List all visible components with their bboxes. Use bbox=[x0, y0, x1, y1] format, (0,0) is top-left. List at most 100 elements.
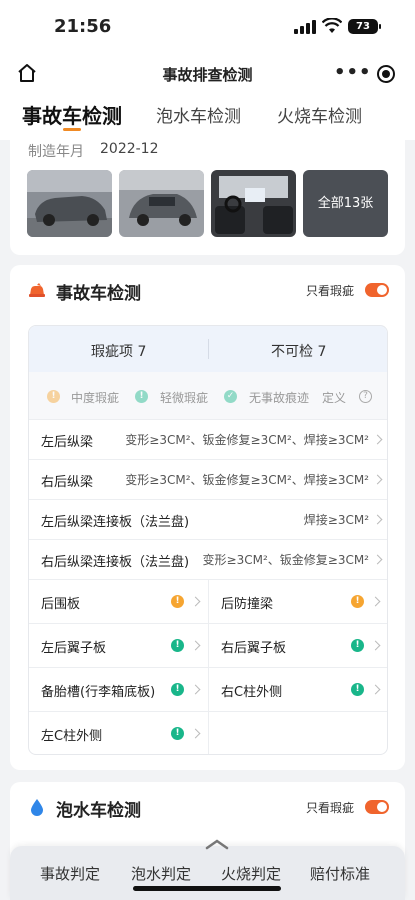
chevron-right-icon bbox=[190, 684, 201, 695]
grid-cell[interactable]: 左后翼子板 ! bbox=[29, 624, 209, 668]
water-section-title: 泡水车检测 bbox=[56, 801, 141, 821]
minor-flaw-icon: ! bbox=[171, 727, 184, 740]
chevron-right-icon bbox=[190, 596, 201, 607]
minor-flaw-icon: ! bbox=[135, 390, 148, 403]
only-flaws-label: 只看瑕疵 bbox=[306, 284, 355, 298]
tab-fire[interactable]: 火烧车检测 bbox=[277, 102, 362, 127]
vehicle-photo[interactable] bbox=[211, 170, 296, 237]
tab-accident[interactable]: 事故车检测 bbox=[22, 100, 122, 129]
table-row[interactable]: 左后纵梁连接板（法兰盘) 焊接≥3CM² bbox=[29, 500, 387, 540]
legend-none: 无事故痕迹 bbox=[249, 391, 310, 405]
all-photos-label: 全部13张 bbox=[317, 196, 374, 211]
vehicle-photo[interactable] bbox=[119, 170, 204, 237]
moderate-flaw-icon: ! bbox=[47, 390, 60, 403]
moderate-flaw-icon: ! bbox=[171, 595, 184, 608]
bottom-judgment-bar: 事故判定 泡水判定 火烧判定 赔付标准 bbox=[10, 839, 405, 900]
row-detail: 变形≥3CM²、钣金修复≥3CM² bbox=[202, 553, 369, 567]
table-header: 瑕疵项 7 不可检 7 bbox=[29, 326, 387, 372]
signal-icon bbox=[294, 20, 316, 34]
chevron-right-icon bbox=[370, 596, 381, 607]
tab-indicator bbox=[63, 128, 81, 131]
grid-cell[interactable]: 后防撞梁 ! bbox=[209, 580, 387, 624]
water-drop-icon bbox=[31, 799, 43, 816]
close-target-icon[interactable] bbox=[377, 65, 395, 83]
row-detail: 变形≥3CM²、钣金修复≥3CM²、焊接≥3CM² bbox=[125, 473, 369, 487]
legend-minor: 轻微瑕疵 bbox=[160, 391, 209, 405]
chevron-right-icon bbox=[372, 434, 383, 445]
minor-flaw-icon: ! bbox=[351, 683, 364, 696]
water-judgment-tab[interactable]: 泡水判定 bbox=[131, 863, 191, 884]
row-detail: 焊接≥3CM² bbox=[303, 513, 369, 527]
fire-judgment-tab[interactable]: 火烧判定 bbox=[221, 863, 281, 884]
only-flaws-label: 只看瑕疵 bbox=[306, 801, 355, 815]
status-bar: 21:56 73 bbox=[0, 0, 415, 52]
row-name: 左后纵梁连接板（法兰盘) bbox=[41, 515, 190, 530]
row-name: 右后纵梁 bbox=[41, 475, 94, 490]
table-row[interactable]: 左后纵梁 变形≥3CM²、钣金修复≥3CM²、焊接≥3CM² bbox=[29, 420, 387, 460]
battery-icon: 73 bbox=[348, 19, 381, 34]
minor-flaw-icon: ! bbox=[351, 639, 364, 652]
help-icon[interactable]: ? bbox=[359, 390, 372, 403]
home-indicator bbox=[133, 886, 281, 891]
cell-name: 左后翼子板 bbox=[41, 641, 107, 656]
more-icon[interactable]: ••• bbox=[334, 64, 371, 84]
uncheckable-count[interactable]: 不可检 7 bbox=[271, 341, 326, 361]
row-detail: 变形≥3CM²、钣金修复≥3CM²、焊接≥3CM² bbox=[125, 433, 369, 447]
grid-cell[interactable]: 右后翼子板 ! bbox=[209, 624, 387, 668]
accident-table: 瑕疵项 7 不可检 7 ! 中度瑕疵 ! 轻微瑕疵 ✓ 无事故痕迹 定义 ? 左… bbox=[28, 325, 388, 755]
grid-cell[interactable]: 右C柱外侧 ! bbox=[209, 668, 387, 712]
no-accident-icon: ✓ bbox=[224, 390, 237, 403]
grid-cell[interactable]: 后围板 ! bbox=[29, 580, 209, 624]
expand-up-icon[interactable] bbox=[203, 838, 231, 850]
accident-detection-card: 事故车检测 只看瑕疵 瑕疵项 7 不可检 7 ! 中度瑕疵 ! 轻微瑕疵 ✓ 无… bbox=[10, 265, 405, 770]
grid-cell[interactable]: 备胎槽(行李箱底板) ! bbox=[29, 668, 209, 712]
manufacture-label: 制造年月 bbox=[28, 144, 84, 160]
chevron-right-icon bbox=[190, 640, 201, 651]
accident-judgment-tab[interactable]: 事故判定 bbox=[40, 863, 100, 884]
manufacture-value: 2022-12 bbox=[100, 141, 159, 157]
grid-row: 左后翼子板 ! 右后翼子板 ! bbox=[29, 624, 387, 668]
chevron-right-icon bbox=[190, 728, 201, 739]
chevron-right-icon bbox=[372, 514, 383, 525]
accident-section-title: 事故车检测 bbox=[56, 284, 141, 304]
vehicle-photo[interactable] bbox=[27, 170, 112, 237]
grid-row: 后围板 ! 后防撞梁 ! bbox=[29, 580, 387, 624]
flaw-count[interactable]: 瑕疵项 7 bbox=[91, 341, 146, 361]
chevron-right-icon bbox=[372, 554, 383, 565]
cell-name: 右后翼子板 bbox=[221, 641, 287, 656]
tab-water[interactable]: 泡水车检测 bbox=[156, 102, 241, 127]
grid-cell[interactable]: 左C柱外侧 ! bbox=[29, 712, 209, 754]
only-flaws-toggle[interactable] bbox=[365, 800, 389, 814]
wifi-icon bbox=[322, 18, 342, 33]
cell-name: 左C柱外侧 bbox=[41, 729, 103, 744]
cell-name: 后防撞梁 bbox=[221, 597, 274, 612]
grid-row: 备胎槽(行李箱底板) ! 右C柱外侧 ! bbox=[29, 668, 387, 712]
vehicle-info-card: 制造年月 2022-12 全部13张 bbox=[10, 138, 405, 255]
cell-name: 后围板 bbox=[41, 597, 81, 612]
row-name: 右后纵梁连接板（法兰盘) bbox=[41, 555, 190, 570]
all-photos-button[interactable]: 全部13张 bbox=[303, 170, 388, 237]
cell-name: 备胎槽(行李箱底板) bbox=[41, 685, 156, 700]
table-row[interactable]: 右后纵梁连接板（法兰盘) 变形≥3CM²、钣金修复≥3CM² bbox=[29, 540, 387, 580]
mini-program-capsule: ••• bbox=[330, 58, 404, 90]
legend-moderate: 中度瑕疵 bbox=[71, 391, 120, 405]
tab-bar: 事故车检测 泡水车检测 火烧车检测 bbox=[0, 96, 415, 140]
grid-row: 左C柱外侧 ! bbox=[29, 712, 387, 754]
minor-flaw-icon: ! bbox=[171, 639, 184, 652]
chevron-right-icon bbox=[370, 640, 381, 651]
header-divider bbox=[208, 339, 209, 359]
chevron-right-icon bbox=[370, 684, 381, 695]
cell-divider bbox=[208, 712, 209, 754]
legend-bar: ! 中度瑕疵 ! 轻微瑕疵 ✓ 无事故痕迹 定义 ? bbox=[29, 372, 387, 420]
row-name: 左后纵梁 bbox=[41, 435, 94, 450]
status-time: 21:56 bbox=[54, 16, 112, 37]
legend-define[interactable]: 定义 bbox=[322, 389, 346, 406]
only-flaws-toggle[interactable] bbox=[365, 283, 389, 297]
table-row[interactable]: 右后纵梁 变形≥3CM²、钣金修复≥3CM²、焊接≥3CM² bbox=[29, 460, 387, 500]
chevron-right-icon bbox=[372, 474, 383, 485]
moderate-flaw-icon: ! bbox=[351, 595, 364, 608]
minor-flaw-icon: ! bbox=[171, 683, 184, 696]
compensation-standard-tab[interactable]: 赔付标准 bbox=[310, 863, 370, 884]
car-crash-icon bbox=[29, 283, 45, 297]
nav-bar: 事故排查检测 ••• bbox=[0, 52, 415, 96]
